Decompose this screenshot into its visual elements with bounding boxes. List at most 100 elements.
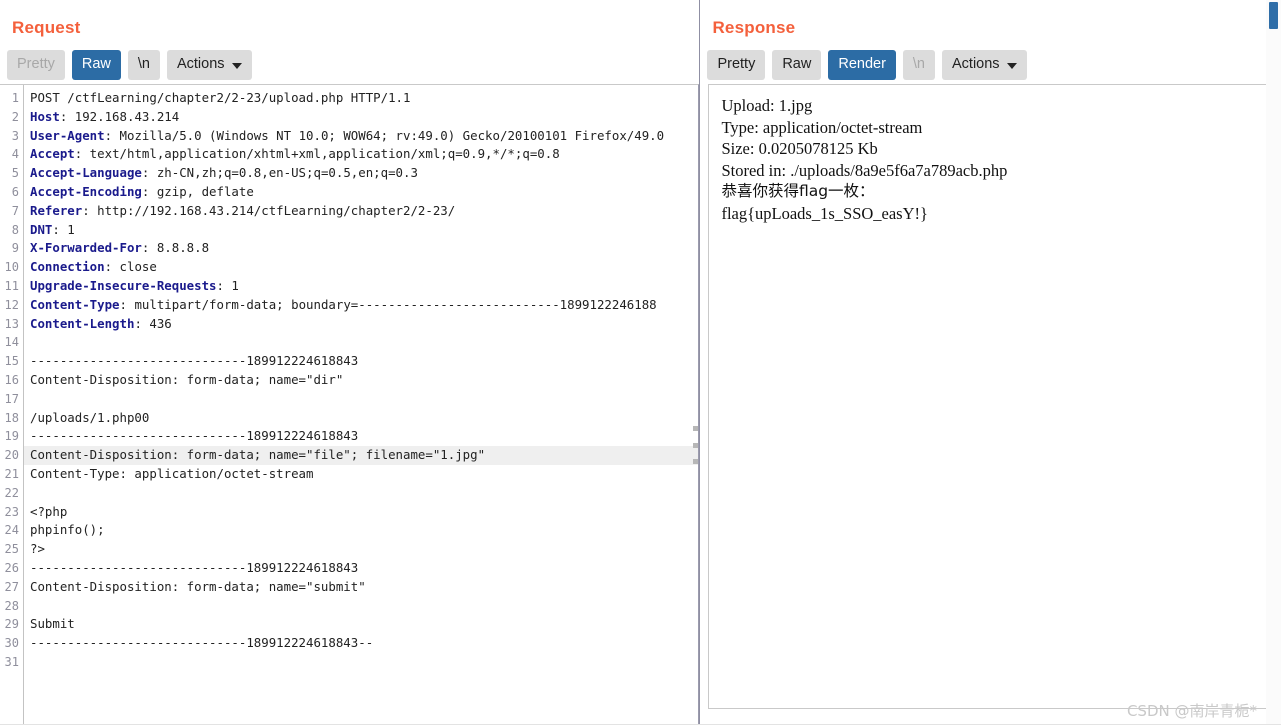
line-number: 14 [4, 335, 19, 350]
code-line: -----------------------------18991222461… [30, 427, 698, 446]
response-actions-label: Actions [952, 56, 1000, 73]
code-line: Content-Disposition: form-data; name="di… [30, 371, 698, 390]
code-line: X-Forwarded-For: 8.8.8.8 [30, 239, 698, 258]
response-tab-pretty[interactable]: Pretty [707, 50, 766, 80]
code-text: Content-Disposition: form-data; name="fi… [30, 447, 486, 463]
header-name: Referer [30, 202, 83, 218]
chevron-down-icon [1006, 62, 1017, 69]
line-number: 12 [4, 297, 19, 312]
code-text: POST /ctfLearning/chapter2/2-23/upload.p… [30, 90, 411, 105]
chevron-down-icon [231, 62, 242, 69]
request-tabbar: Pretty Raw \n Actions [0, 46, 699, 84]
line-number: 11 [4, 278, 19, 293]
code-text: : multipart/form-data; boundary=--------… [119, 296, 657, 312]
code-line: Accept-Language: zh-CN,zh;q=0.8,en-US;q=… [30, 164, 698, 183]
code-text: -----------------------------18991222461… [30, 635, 374, 651]
code-text: : gzip, deflate [141, 183, 254, 199]
response-actions-button[interactable]: Actions [942, 50, 1027, 80]
render-text-line: Upload: 1.jpg [721, 96, 813, 115]
code-line: Upgrade-Insecure-Requests: 1 [30, 277, 698, 296]
line-number: 28 [4, 598, 19, 613]
code-line: User-Agent: Mozilla/5.0 (Windows NT 10.0… [30, 127, 698, 146]
render-text-line: flag{upLoads_1s_SSO_easY!} [721, 203, 928, 223]
code-text: : Mozilla/5.0 (Windows NT 10.0; WOW64; r… [104, 127, 665, 143]
burp-request-response-view: Request Pretty Raw \n Actions 1234567891… [0, 0, 1281, 725]
drag-handle-dots-icon[interactable] [692, 424, 699, 466]
code-text: <?php [30, 503, 68, 519]
header-name: Accept-Language [30, 165, 142, 181]
code-line: Referer: http://192.168.43.214/ctfLearni… [30, 202, 698, 221]
code-line: Host: 192.168.43.214 [30, 108, 698, 127]
header-name: Host [30, 108, 60, 124]
line-number: 16 [4, 372, 19, 387]
line-number: 22 [4, 485, 19, 500]
code-line: Connection: close [30, 258, 698, 277]
header-name: Connection [30, 259, 105, 275]
code-text: : 1 [216, 277, 239, 293]
line-number: 17 [4, 391, 19, 406]
line-number: 31 [4, 654, 19, 669]
code-line: phpinfo(); [30, 521, 698, 540]
response-tab-newline[interactable]: \n [902, 50, 935, 80]
line-number: 20 [4, 448, 19, 463]
code-line: DNT: 1 [30, 221, 698, 240]
code-text: : 192.168.43.214 [59, 108, 180, 124]
render-text-line: Stored in: ./uploads/8a9e5f6a7a789acb.ph… [721, 160, 1008, 180]
code-text: -----------------------------18991222461… [30, 428, 359, 444]
request-tab-newline[interactable]: \n [127, 50, 160, 80]
code-line: Content-Disposition: form-data; name="su… [30, 578, 698, 597]
request-title: Request [12, 18, 81, 37]
code-line: Accept: text/html,application/xhtml+xml,… [30, 145, 698, 164]
request-actions-label: Actions [176, 56, 225, 73]
line-number: 21 [4, 466, 19, 481]
code-text: : 436 [134, 315, 172, 331]
response-title: Response [712, 18, 796, 37]
line-number: 10 [4, 260, 19, 275]
response-tab-render[interactable]: Render [828, 50, 896, 80]
code-line: Content-Type: multipart/form-data; bound… [30, 296, 698, 315]
line-number: 18 [4, 410, 19, 425]
response-render-area[interactable]: Upload: 1.jpg Type: application/octet-str… [708, 84, 1275, 709]
line-number: 24 [4, 523, 19, 538]
code-line: Content-Disposition: form-data; name="fi… [24, 446, 699, 465]
render-text-line: 恭喜你获得flag一枚： [721, 182, 875, 200]
code-text: Content-Disposition: form-data; name="su… [30, 578, 366, 594]
request-tab-raw[interactable]: Raw [71, 50, 121, 80]
request-actions-button[interactable]: Actions [166, 50, 252, 80]
code-line: Content-Type: application/octet-stream [30, 465, 698, 484]
request-code-area[interactable]: POST /ctfLearning/chapter2/2-23/upload.p… [24, 85, 699, 724]
response-panel: Response Pretty Raw Render \n Actions Up… [700, 0, 1281, 725]
line-number: 7 [11, 203, 19, 218]
page-scrollbar-track[interactable] [1266, 0, 1281, 725]
vertical-scroll-thumb[interactable] [1269, 2, 1278, 29]
header-name: User-Agent [30, 127, 105, 143]
line-number: 8 [11, 222, 19, 237]
code-line: <?php [30, 503, 698, 522]
code-text: phpinfo(); [30, 522, 105, 538]
code-text: Submit [30, 616, 75, 632]
render-text-line: Size: 0.0205078125 Kb [721, 139, 878, 158]
response-tabbar: Pretty Raw Render \n Actions [700, 46, 1281, 84]
csdn-watermark: CSDN @南岸青栀* [1126, 702, 1257, 720]
request-tab-pretty[interactable]: Pretty [7, 50, 65, 80]
code-line: Accept-Encoding: gzip, deflate [30, 183, 698, 202]
code-line: Content-Length: 436 [30, 315, 698, 334]
code-line: POST /ctfLearning/chapter2/2-23/upload.p… [30, 89, 698, 108]
header-name: Accept [30, 146, 75, 162]
request-editor[interactable]: 1 2 3 4 5 6 7 8 9 10 11 12 13 14 15 16 17 18 19 20 21 22 23 24 2… [0, 84, 700, 725]
code-line: -----------------------------18991222461… [30, 559, 698, 578]
code-line: -----------------------------18991222461… [30, 352, 698, 371]
code-text: : http://192.168.43.214/ctfLearning/chap… [82, 202, 456, 218]
line-number: 29 [4, 617, 19, 632]
code-line: Submit [30, 615, 698, 634]
response-tab-raw[interactable]: Raw [772, 50, 822, 80]
code-text: ?> [30, 541, 45, 557]
header-name: X-Forwarded-For [30, 240, 142, 256]
line-number: 5 [11, 166, 19, 181]
line-number: 27 [4, 579, 19, 594]
